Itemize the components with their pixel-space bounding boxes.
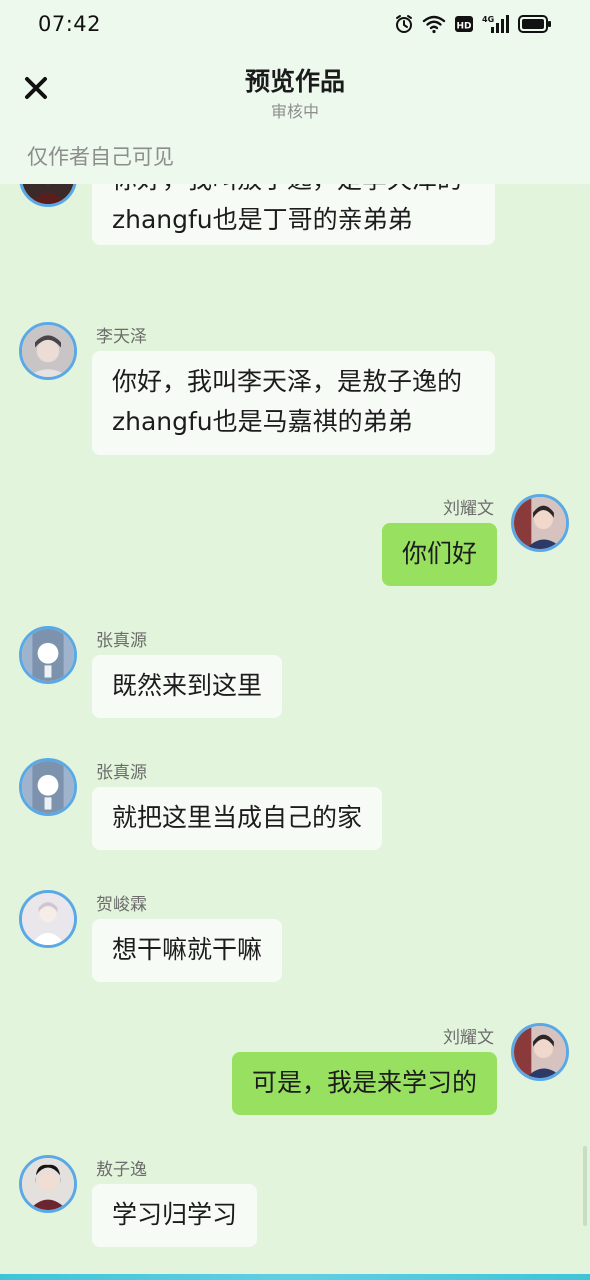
avatar-image [514,497,566,549]
message-bubble: 可是，我是来学习的 [231,1052,497,1115]
message-bubble: 你好，我叫李天泽，是敖子逸的zhangfu也是马嘉祺的弟弟 [92,351,495,455]
sender-name: 李天泽 [96,327,147,347]
sender-name: 贺峻霖 [96,895,147,915]
avatar[interactable] [19,758,77,816]
page-title: 预览作品 [244,67,345,96]
battery-icon [518,14,552,34]
avatar-image [22,893,74,945]
message-bubble: 你好，我叫敖子逸，是李天泽的zhangfu也是丁哥的亲弟弟 [92,184,495,245]
preview-header: 预览作品 审核中 仅作者自己可见 [0,54,590,184]
avatar[interactable] [19,322,77,380]
avatar-image [22,184,74,204]
avatar[interactable] [511,494,569,552]
message-bubble: 你们好 [381,523,497,586]
bottom-strip [0,1274,590,1280]
avatar[interactable] [19,890,77,948]
scrollbar[interactable] [583,1146,587,1226]
message-text: 你们好 [401,539,477,568]
avatar[interactable] [19,1155,77,1213]
status-icons: HD 4G [394,14,552,34]
message-bubble: 就把这里当成自己的家 [92,787,383,850]
sender-name: 刘耀文 [443,1028,494,1048]
message-bubble: 想干嘛就干嘛 [92,919,283,982]
avatar-image [22,629,74,681]
hd-label: HD [456,22,471,32]
avatar-image [22,761,74,813]
sender-name: 刘耀文 [443,499,494,519]
avatar-image [22,325,74,377]
status-bar: 07:42 HD 4G [0,0,590,54]
alarm-icon [394,14,414,34]
message-text: 你好，我叫敖子逸，是李天泽的zhangfu也是丁哥的亲弟弟 [112,184,462,234]
review-status: 审核中 [270,102,319,121]
message-text: 既然来到这里 [112,671,263,700]
sender-name: 张真源 [96,631,147,651]
sender-name: 张真源 [96,763,147,783]
avatar[interactable] [19,184,77,207]
message-text: 就把这里当成自己的家 [112,803,363,832]
4g-signal-icon: 4G [482,14,510,34]
avatar-image [22,1158,74,1210]
avatar[interactable] [511,1023,569,1081]
wifi-icon [422,14,446,34]
sender-name: 敖子逸 [96,1160,147,1180]
message-bubble: 既然来到这里 [92,655,283,718]
avatar[interactable] [19,626,77,684]
visibility-note: 仅作者自己可见 [27,145,174,169]
message-bubble: 学习归学习 [92,1184,258,1247]
message-text: 你好，我叫李天泽，是敖子逸的zhangfu也是马嘉祺的弟弟 [112,367,463,436]
avatar-image [514,1026,566,1078]
message-text: 可是，我是来学习的 [251,1068,477,1097]
chat-list[interactable]: 你好，我叫敖子逸，是李天泽的zhangfu也是丁哥的亲弟弟 李天泽 你好，我叫李… [0,184,590,1274]
network-label: 4G [482,15,494,24]
status-time: 07:42 [38,12,102,36]
hd-icon: HD [454,14,474,34]
message-text: 学习归学习 [112,1200,238,1229]
message-text: 想干嘛就干嘛 [112,935,263,964]
